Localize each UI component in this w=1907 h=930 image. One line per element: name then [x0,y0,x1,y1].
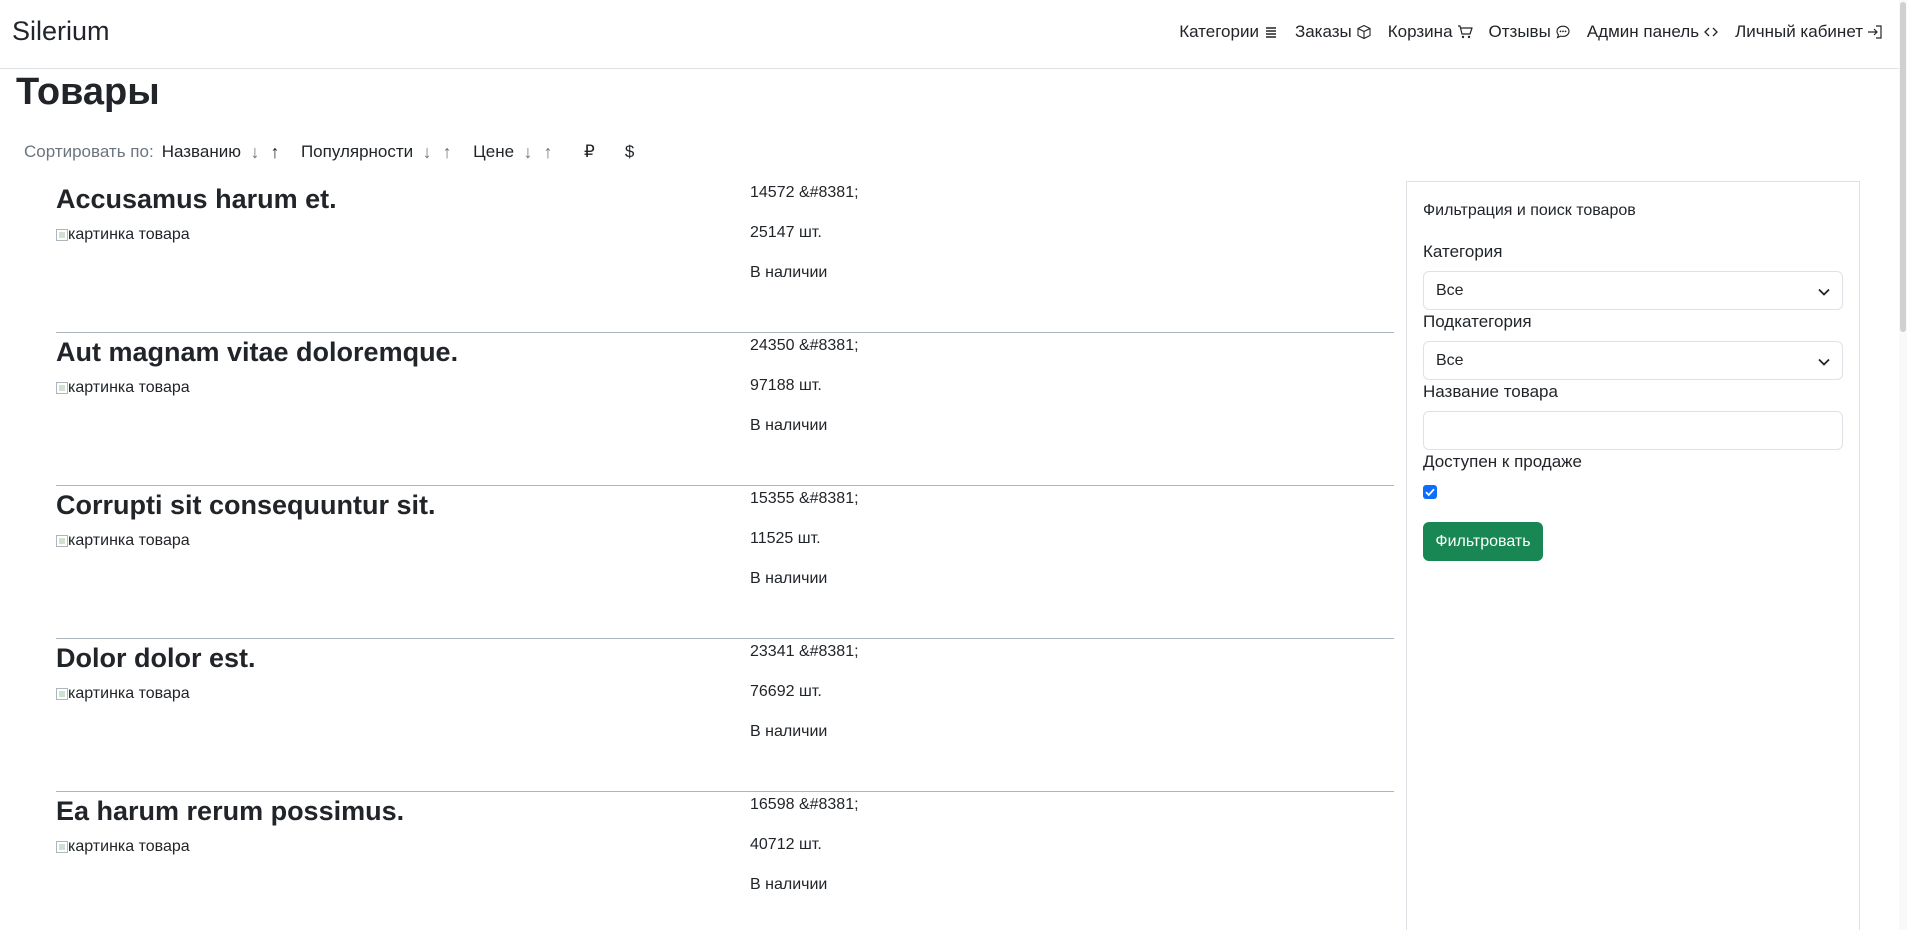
sort-by-popularity: Популярности ↓ ↑ [301,142,459,162]
subcategory-select-value: Все [1436,352,1464,369]
product-list: Accusamus harum et. картинка товара 1457… [56,180,1394,930]
broken-image-icon [56,535,68,547]
sort-bar: Сортировать по: Названию ↓ ↑ Популярност… [24,142,654,162]
product-availability: В наличии [750,723,828,740]
broken-image-icon [56,229,68,241]
product-card: Ea harum rerum possimus. картинка товара… [56,792,1394,930]
product-image[interactable]: картинка товара [56,838,190,856]
product-price: 24350 &#8381; [750,337,859,354]
product-image-alt: картинка товара [68,685,190,702]
product-name-link[interactable]: Accusamus harum et. [56,184,337,215]
filter-panel: Фильтрация и поиск товаров Категория Все… [1406,181,1860,930]
product-stock: 11525 шт. [750,530,821,547]
product-name-input[interactable] [1423,411,1843,450]
category-select[interactable]: Все [1423,271,1843,310]
page-scrollbar[interactable] [1899,0,1907,930]
nav-cart[interactable]: Корзина [1388,22,1473,42]
sort-popularity-desc-icon[interactable]: ↓ [419,142,435,162]
broken-image-icon [56,382,68,394]
product-stock: 76692 шт. [750,683,822,700]
product-availability: В наличии [750,264,828,281]
currency-usd-button[interactable]: $ [625,142,634,162]
product-price: 15355 &#8381; [750,490,859,507]
product-image-alt: картинка товара [68,379,190,396]
sort-price-desc-icon[interactable]: ↓ [520,142,536,162]
nav-categories-label: Категории [1179,22,1259,41]
nav-menu: Категории Заказы Корзина Отзывы Админ па… [1179,22,1883,42]
available-checkbox[interactable] [1423,485,1437,499]
list-icon [1263,24,1279,40]
sort-name-desc-icon[interactable]: ↓ [247,142,263,162]
nav-orders[interactable]: Заказы [1295,22,1372,42]
sort-popularity-asc-icon[interactable]: ↑ [439,142,455,162]
nav-profile[interactable]: Личный кабинет [1735,22,1883,42]
nav-reviews-label: Отзывы [1488,22,1551,41]
available-label: Доступен к продаже [1423,452,1583,471]
sort-by-price-label: Цене [473,142,515,161]
box-icon [1356,24,1372,40]
product-image-alt: картинка товара [68,532,190,549]
currency-rub-button[interactable]: ₽ [584,142,595,162]
product-image[interactable]: картинка товара [56,379,190,397]
scrollbar-thumb[interactable] [1900,2,1906,332]
product-image-alt: картинка товара [68,838,190,855]
product-price: 23341 &#8381; [750,643,859,660]
check-icon [1425,488,1435,497]
broken-image-icon [56,841,68,853]
sort-by-name: Названию ↓ ↑ [162,142,287,162]
product-price: 16598 &#8381; [750,796,859,813]
brand-logo[interactable]: Silerium [12,16,110,47]
nav-admin-label: Админ панель [1586,22,1700,41]
sort-by-name-label: Названию [161,142,241,161]
broken-image-icon [56,688,68,700]
filter-title: Фильтрация и поиск товаров [1423,202,1636,219]
chevron-down-icon [1816,284,1832,300]
product-image-alt: картинка товара [68,226,190,243]
nav-categories[interactable]: Категории [1179,22,1279,42]
product-image[interactable]: картинка товара [56,226,190,244]
product-name-link[interactable]: Corrupti sit consequuntur sit. [56,490,436,521]
product-availability: В наличии [750,876,828,893]
product-price: 14572 &#8381; [750,184,859,201]
page-title: Товары [16,71,160,113]
product-availability: В наличии [750,570,828,587]
nav-profile-label: Личный кабинет [1735,22,1863,41]
chevron-down-icon [1816,354,1832,370]
product-card: Aut magnam vitae doloremque. картинка то… [56,333,1394,486]
product-card: Accusamus harum et. картинка товара 1457… [56,180,1394,333]
sort-by-price: Цене ↓ ↑ [473,142,560,162]
nav-orders-label: Заказы [1294,22,1352,41]
product-availability: В наличии [750,417,828,434]
product-name-link[interactable]: Ea harum rerum possimus. [56,796,404,827]
product-name-link[interactable]: Aut magnam vitae doloremque. [56,337,458,368]
product-card: Corrupti sit consequuntur sit. картинка … [56,486,1394,639]
nav-reviews[interactable]: Отзывы [1489,22,1571,42]
login-icon [1867,24,1883,40]
product-stock: 40712 шт. [750,836,822,853]
subcategory-select[interactable]: Все [1423,341,1843,380]
sort-price-asc-icon[interactable]: ↑ [540,142,556,162]
product-stock: 25147 шт. [750,224,822,241]
subcategory-label: Подкатегория [1423,312,1532,331]
product-stock: 97188 шт. [750,377,822,394]
nav-cart-label: Корзина [1387,22,1453,41]
code-icon [1703,24,1719,40]
sort-label: Сортировать по: [24,142,154,161]
category-select-value: Все [1436,282,1464,299]
sort-name-asc-icon[interactable]: ↑ [267,142,283,162]
product-card: Dolor dolor est. картинка товара 23341 &… [56,639,1394,792]
nav-admin[interactable]: Админ панель [1587,22,1719,42]
filter-submit-button[interactable]: Фильтровать [1423,522,1543,561]
chat-icon [1555,24,1571,40]
product-image[interactable]: картинка товара [56,532,190,550]
navbar: Silerium Категории Заказы Корзина Отзывы [0,0,1907,69]
sort-by-popularity-label: Популярности [300,142,414,161]
product-name-label: Название товара [1423,382,1558,401]
product-image[interactable]: картинка товара [56,685,190,703]
cart-icon [1457,24,1473,40]
product-name-link[interactable]: Dolor dolor est. [56,643,256,674]
category-label: Категория [1423,242,1503,261]
